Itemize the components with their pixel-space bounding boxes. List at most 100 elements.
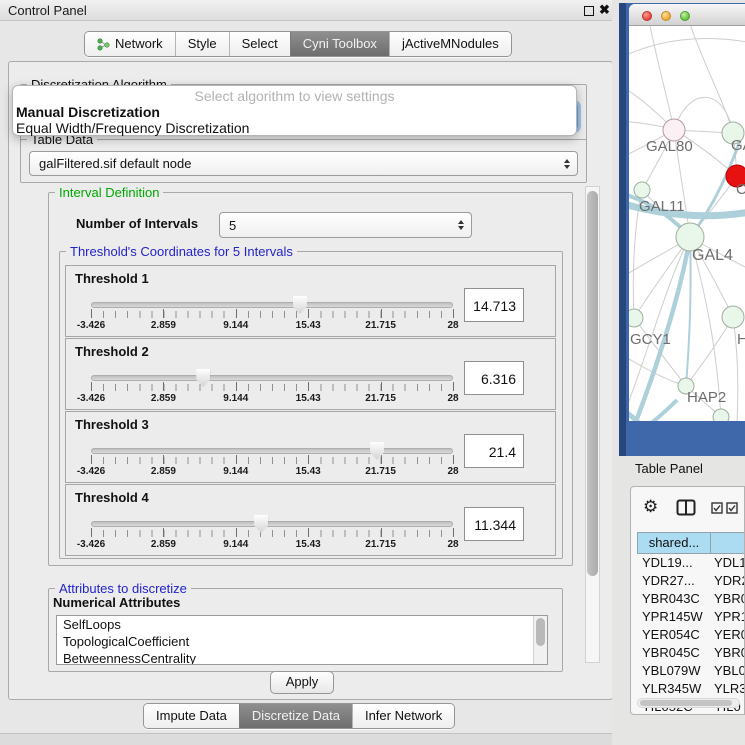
threshold-3-value-field[interactable]: 21.4 xyxy=(464,434,524,468)
tick-label: 9.144 xyxy=(223,320,248,331)
label-hap2: HAP2 xyxy=(687,389,726,406)
node-bottom[interactable] xyxy=(713,409,729,421)
checkbox-checked-icon[interactable] xyxy=(711,502,723,514)
panel-bottom-strip xyxy=(0,733,620,745)
slider-ticks xyxy=(91,457,453,464)
tab-discretize-data[interactable]: Discretize Data xyxy=(239,704,352,728)
slider-track[interactable] xyxy=(91,302,453,308)
slider-ticks xyxy=(91,530,453,537)
table-data-combobox[interactable]: galFiltered.sif default node xyxy=(29,151,578,176)
tick-label: 9.144 xyxy=(223,539,248,550)
label-gal11: GAL11 xyxy=(639,198,685,215)
column-header-name[interactable]: n... xyxy=(711,533,745,553)
threshold-coordinates-title: Threshold's Coordinates for 5 Intervals xyxy=(66,244,297,259)
list-item[interactable]: BetweennessCentrality xyxy=(57,650,547,665)
threshold-2-value-field[interactable]: 6.316 xyxy=(464,361,524,395)
tab-jactivemnodules[interactable]: jActiveMNodules xyxy=(389,32,511,56)
tick-label: -3.426 xyxy=(77,320,105,331)
float-window-icon[interactable] xyxy=(584,6,594,16)
attributes-scrollbar[interactable] xyxy=(533,616,547,664)
tick-label: -3.426 xyxy=(77,393,105,404)
label-gcy1: GCY1 xyxy=(630,331,671,348)
tick-label: 15.43 xyxy=(296,393,321,404)
tick-label: 2.859 xyxy=(151,320,176,331)
slider-ticks xyxy=(91,311,453,318)
tick-label: 28 xyxy=(447,393,458,404)
list-item[interactable]: TopologicalCoefficient xyxy=(57,633,547,650)
option-manual-discretization[interactable]: Manual Discretization xyxy=(13,104,576,120)
checkbox-checked-icon[interactable] xyxy=(726,502,738,514)
threshold-4-panel: Threshold 4 -3.426 2.859 9.144 15.43 21.… xyxy=(65,484,556,556)
table-row[interactable]: YDR27...YDR2 xyxy=(637,572,745,590)
tab-select[interactable]: Select xyxy=(229,32,290,56)
tick-label: 9.144 xyxy=(223,466,248,477)
label-ga-cut: GA xyxy=(731,137,745,154)
threshold-3-panel: Threshold 3 -3.426 2.859 9.144 15.43 21.… xyxy=(65,411,556,483)
network-window-titlebar[interactable] xyxy=(629,4,745,26)
mac-close-icon[interactable] xyxy=(642,11,652,21)
apply-button[interactable]: Apply xyxy=(270,671,334,694)
gear-icon[interactable]: ⚙ xyxy=(643,497,658,517)
threshold-2-slider[interactable]: -3.426 2.859 9.144 15.43 21.715 28 xyxy=(91,367,453,407)
tick-label: -3.426 xyxy=(77,539,105,550)
network-window: GAL80 GA C GAL11 GAL4 GCY1 H HAP2 xyxy=(629,4,745,421)
list-item[interactable]: SelfLoops xyxy=(57,616,547,633)
scrollbar-thumb[interactable] xyxy=(587,191,598,576)
node-table: shared... n... YDL19...YDL1 YDR27...YDR2… xyxy=(637,532,745,715)
network-graph: GAL80 GA C GAL11 GAL4 GCY1 H HAP2 xyxy=(629,26,745,421)
node-h[interactable] xyxy=(722,306,744,328)
tab-infer-network[interactable]: Infer Network xyxy=(352,704,454,728)
control-panel-titlebar: Control Panel ✖ xyxy=(0,0,620,21)
network-canvas[interactable]: GAL80 GA C GAL11 GAL4 GCY1 H HAP2 xyxy=(629,26,745,421)
scrollbar-thumb[interactable] xyxy=(640,700,732,706)
slider-track[interactable] xyxy=(91,448,453,454)
threshold-3-slider[interactable]: -3.426 2.859 9.144 15.43 21.715 28 xyxy=(91,440,453,480)
algorithm-dropdown-popup: Select algorithm to view settings Manual… xyxy=(12,85,577,136)
node-gal11[interactable] xyxy=(634,182,650,198)
slider-track[interactable] xyxy=(91,375,453,381)
label-h-cut: H xyxy=(737,331,745,348)
network-desktop-edge xyxy=(619,3,626,456)
threshold-2-label: Threshold 2 xyxy=(75,344,149,359)
threshold-2-panel: Threshold 2 -3.426 2.859 9.144 15.43 21.… xyxy=(65,338,556,410)
threshold-1-slider[interactable]: -3.426 2.859 9.144 15.43 21.715 28 xyxy=(91,294,453,334)
threshold-1-panel: Threshold 1 -3.426 2.859 9.144 15.43 21.… xyxy=(65,265,556,337)
mac-minimize-icon[interactable] xyxy=(661,11,671,21)
mac-zoom-icon[interactable] xyxy=(680,11,690,21)
tab-cyni-toolbox[interactable]: Cyni Toolbox xyxy=(290,32,389,56)
combo-arrows-icon xyxy=(458,220,464,230)
table-row[interactable]: YER054CYER0 xyxy=(637,626,745,644)
tick-label: 21.715 xyxy=(365,539,396,550)
slider-ticks xyxy=(91,384,453,391)
table-data-group: Table Data galFiltered.sif default node xyxy=(20,139,587,183)
number-of-intervals-combobox[interactable]: 5 xyxy=(219,212,472,238)
control-panel: Control Panel ✖ Network Style Select Cyn… xyxy=(0,0,620,745)
table-header-row: shared... n... xyxy=(637,532,745,554)
tab-impute-data[interactable]: Impute Data xyxy=(144,704,239,728)
node-gcy1[interactable] xyxy=(629,309,643,327)
threshold-1-value-field[interactable]: 14.713 xyxy=(464,288,524,322)
label-c-cut: C xyxy=(736,181,745,198)
option-equal-width-frequency[interactable]: Equal Width/Frequency Discretization xyxy=(13,120,576,136)
table-row[interactable]: YLR345WYLR3 xyxy=(637,680,745,698)
tab-network[interactable]: Network xyxy=(85,32,175,56)
threshold-4-slider[interactable]: -3.426 2.859 9.144 15.43 21.715 28 xyxy=(91,513,453,553)
table-row[interactable]: YBR045CYBR0 xyxy=(637,644,745,662)
panel-vertical-scrollbar[interactable] xyxy=(585,186,600,663)
column-header-shared[interactable]: shared... xyxy=(638,533,711,553)
tab-style[interactable]: Style xyxy=(175,32,229,56)
algorithm-placeholder-option[interactable]: Select algorithm to view settings xyxy=(13,86,576,104)
table-row[interactable]: YBR043CYBR0 xyxy=(637,590,745,608)
threshold-4-value-field[interactable]: 11.344 xyxy=(464,507,524,541)
table-row[interactable]: YPR145WYPR1 xyxy=(637,608,745,626)
table-row[interactable]: YDL19...YDL1 xyxy=(637,554,745,572)
attributes-title: Attributes to discretize xyxy=(55,581,191,596)
close-icon[interactable]: ✖ xyxy=(599,2,610,18)
slider-track[interactable] xyxy=(91,521,453,527)
table-row[interactable]: YBL079WYBL0 xyxy=(637,662,745,680)
tick-label: 9.144 xyxy=(223,393,248,404)
split-columns-icon[interactable] xyxy=(676,499,696,516)
table-horizontal-scrollbar[interactable] xyxy=(637,698,740,708)
tick-label: 2.859 xyxy=(151,393,176,404)
numerical-attributes-list[interactable]: SelfLoops TopologicalCoefficient Between… xyxy=(56,615,548,665)
